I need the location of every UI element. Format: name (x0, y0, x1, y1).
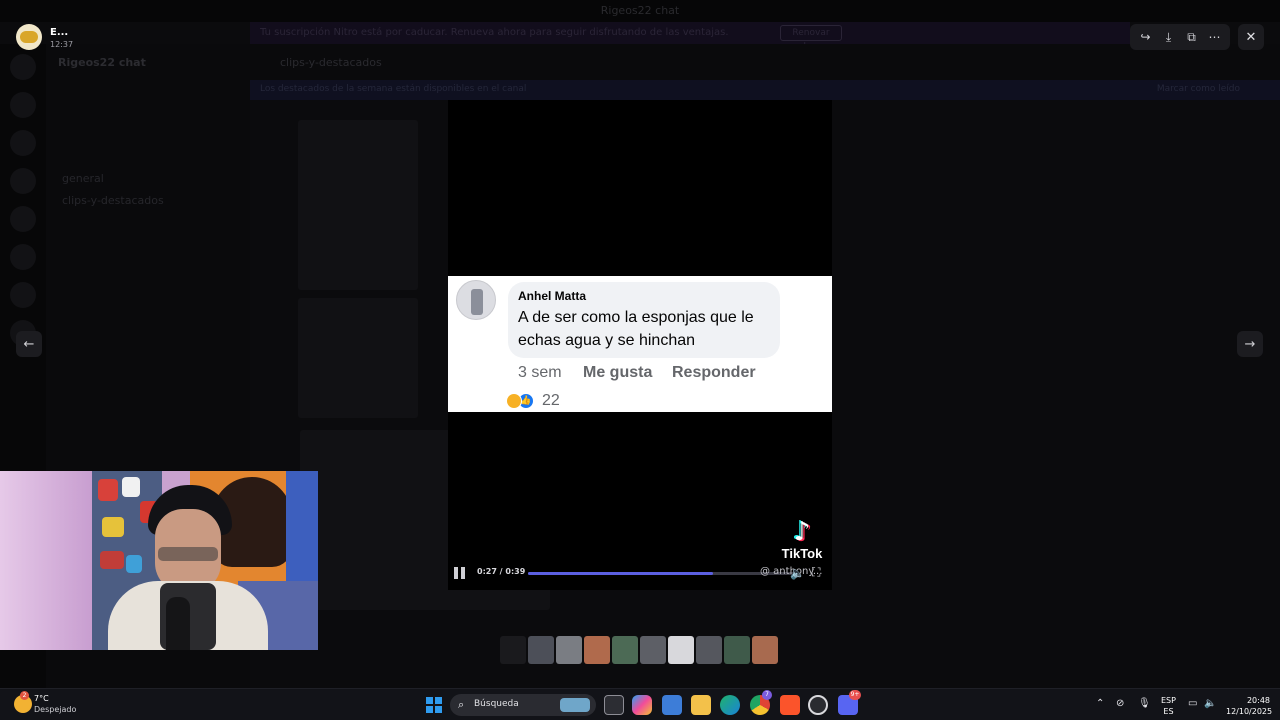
server-name: Rigeos22 chat (58, 56, 146, 69)
chrome-badge: 7 (762, 690, 772, 700)
thumbnail[interactable] (724, 636, 750, 664)
microphone-icon[interactable]: 🎙 (1138, 698, 1151, 709)
uploader-name[interactable]: E... (50, 27, 68, 38)
keyboard-layout: ES (1163, 707, 1174, 716)
brave-icon[interactable] (780, 695, 800, 715)
search-icon: ⌕ (458, 698, 465, 711)
commenter-avatar (456, 280, 496, 320)
progress-bar[interactable] (528, 572, 796, 575)
server-icon (10, 54, 36, 80)
thumbnail[interactable] (584, 636, 610, 664)
thumbnail[interactable] (696, 636, 722, 664)
thumbnail[interactable] (752, 636, 778, 664)
thumbnail[interactable] (612, 636, 638, 664)
channel-title: clips-y-destacados (280, 56, 382, 69)
channel-header: clips-y-destacados (250, 44, 1280, 80)
network-off-icon[interactable]: ⊘ (1116, 698, 1124, 709)
volume-icon[interactable]: 🔈 (790, 566, 805, 580)
share-icon[interactable]: ↪ (1136, 27, 1156, 47)
progress-fill (528, 572, 713, 575)
weather-description[interactable]: Despejado (34, 705, 76, 714)
discord-badge: 9+ (849, 690, 861, 700)
comment-reply-label: Responder (672, 364, 756, 381)
weather-temperature[interactable]: 7°C (34, 694, 49, 703)
arrow-right-icon[interactable]: → (1237, 331, 1263, 357)
video-time: 0:27 / 0:39 (477, 567, 526, 576)
mark-read-label: Marcar como leído (1156, 84, 1240, 94)
banner-text: Tu suscripción Nitro está por caducar. R… (260, 27, 729, 38)
tiktok-wordmark: TikTok (781, 546, 823, 561)
close-icon[interactable]: ✕ (1238, 24, 1264, 50)
thumbnail[interactable] (668, 636, 694, 664)
window-titlebar: Rigeos22 chat (0, 0, 1280, 22)
more-icon[interactable]: ⋯ (1205, 27, 1225, 47)
taskbar-search[interactable]: ⌕ Búsqueda (450, 694, 596, 716)
upload-time: 12:37 (50, 40, 74, 49)
channel-general: general (62, 172, 104, 185)
pause-icon[interactable] (454, 567, 466, 579)
comment-like-label: Me gusta (583, 364, 653, 381)
search-label: Búsqueda (474, 699, 519, 709)
system-clock[interactable]: 20:48 12/10/2025 (1226, 695, 1273, 717)
thumbnail[interactable] (556, 636, 582, 664)
taskbar: 2 7°C Despejado ⌕ Búsqueda 7 9+ ⌃ ⊘ 🎙 ES… (0, 688, 1280, 720)
viewer-toolbar: ↪ ⤓ ⧉ ⋯ (1130, 24, 1230, 50)
chevron-up-icon[interactable]: ⌃ (1096, 698, 1104, 709)
media-tile (298, 298, 418, 418)
server-icon (10, 206, 36, 232)
tiktok-logo: ♪ TikTok (779, 518, 825, 561)
edge-icon[interactable] (720, 695, 740, 715)
language-indicator[interactable]: ESP ES (1161, 695, 1176, 717)
obs-icon[interactable] (808, 695, 828, 715)
uploader-avatar[interactable] (16, 24, 42, 50)
thumbnail-strip (500, 636, 778, 666)
file-explorer-icon[interactable] (691, 695, 711, 715)
arrow-left-icon[interactable]: ← (16, 331, 42, 357)
comment-author: Anhel Matta (518, 289, 587, 303)
webcam-overlay (0, 471, 318, 650)
server-icon (10, 92, 36, 118)
player-controls: 0:27 / 0:39 @ anthony... 🔈 ⛶ (448, 562, 832, 584)
comment-screenshot: Anhel Matta A de ser como la esponjas qu… (448, 276, 832, 412)
display-icon[interactable]: ▭ (1188, 698, 1197, 709)
store-icon[interactable] (662, 695, 682, 715)
speaker-icon[interactable]: 🔈 (1204, 698, 1216, 709)
clock-date: 12/10/2025 (1226, 707, 1273, 716)
server-icon (10, 168, 36, 194)
task-view-icon[interactable] (604, 695, 624, 715)
channel-clips: clips-y-destacados (62, 194, 164, 207)
start-icon[interactable] (426, 697, 442, 713)
thumbnail[interactable] (640, 636, 666, 664)
reaction-count: 22 (542, 392, 560, 409)
media-tile (298, 120, 418, 290)
weather-badge: 2 (20, 691, 29, 700)
clock-time: 20:48 (1246, 696, 1270, 705)
comment-text: A de ser como la esponjas que le echas a… (518, 309, 754, 349)
banner-button: Renovar ahora (780, 25, 842, 52)
comment-age: 3 sem (518, 364, 562, 381)
server-icon (10, 130, 36, 156)
notice-strip: Los destacados de la semana están dispon… (250, 80, 1280, 100)
server-icon (10, 282, 36, 308)
nitro-banner: Tu suscripción Nitro está por caducar. R… (250, 22, 1130, 52)
reactions: 👍 22 (506, 392, 560, 410)
tiktok-note-icon: ♪ (793, 517, 811, 547)
fullscreen-icon[interactable]: ⛶ (812, 565, 820, 580)
language-code: ESP (1161, 696, 1176, 705)
thumbnail[interactable] (500, 636, 526, 664)
window-title: Rigeos22 chat (600, 4, 680, 17)
search-highlight-image (560, 698, 590, 712)
copilot-icon[interactable] (632, 695, 652, 715)
open-external-icon[interactable]: ⧉ (1182, 27, 1202, 47)
server-icon (10, 244, 36, 270)
comment-bubble: Anhel Matta A de ser como la esponjas qu… (508, 282, 780, 358)
thumbnail[interactable] (528, 636, 554, 664)
haha-reaction-icon (506, 393, 522, 409)
notice-text: Los destacados de la semana están dispon… (260, 84, 527, 94)
download-icon[interactable]: ⤓ (1159, 27, 1179, 47)
